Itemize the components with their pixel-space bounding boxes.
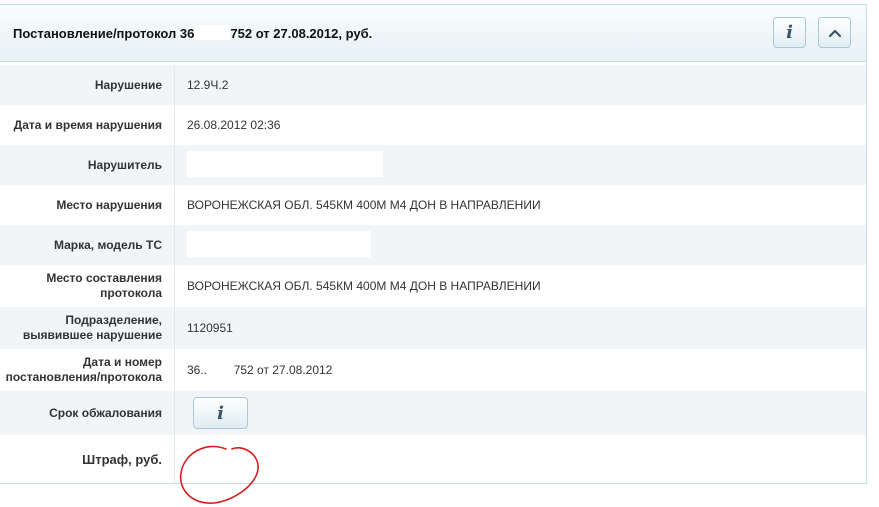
row-label: Штраф, руб.	[82, 451, 162, 467]
row-value: 1120951	[187, 321, 233, 335]
redacted-area	[187, 151, 383, 177]
column-divider	[174, 225, 175, 265]
column-divider	[174, 105, 175, 145]
chevron-up-icon	[828, 29, 841, 37]
column-divider	[174, 307, 175, 349]
column-divider	[174, 185, 175, 225]
redacted-area	[187, 231, 371, 257]
panel-title: Постановление/протокол 36 752 от 27.08.20…	[13, 25, 372, 41]
row-fine: Штраф, руб.	[0, 435, 866, 483]
redacted-area	[194, 25, 231, 40]
column-divider	[174, 349, 175, 391]
row-appeal-deadline: Срок обжалования i	[0, 391, 866, 435]
collapse-button[interactable]	[818, 17, 851, 48]
row-vehicle-model: Марка, модель ТС	[0, 225, 866, 265]
row-label: Место составления протокола	[46, 271, 162, 300]
column-divider	[174, 145, 175, 185]
panel-header: Постановление/протокол 36 752 от 27.08.20…	[0, 5, 866, 62]
appeal-info-button[interactable]: i	[193, 397, 248, 429]
row-violation-place: Место нарушения ВОРОНЕЖСКАЯ ОБЛ. 545КМ 4…	[0, 185, 866, 225]
column-divider	[174, 391, 175, 435]
row-resolution-number: Дата и номер постановления/протокола 36..…	[0, 349, 866, 391]
row-department: Подразделение, выявившее нарушение 112095…	[0, 307, 866, 349]
row-value: ВОРОНЕЖСКАЯ ОБЛ. 545КМ 400М М4 ДОН В НАП…	[187, 198, 541, 212]
info-button[interactable]: i	[773, 17, 806, 48]
row-violation: Нарушение 12.9Ч.2	[0, 65, 866, 105]
row-violation-datetime: Дата и время нарушения 26.08.2012 02:36	[0, 105, 866, 145]
row-value: 36.. 752 от 27.08.2012	[187, 363, 333, 377]
row-violator: Нарушитель	[0, 145, 866, 185]
row-value: 12.9Ч.2	[187, 78, 229, 92]
row-label: Дата и время нарушения	[13, 117, 162, 132]
row-label: Нарушение	[94, 77, 162, 92]
info-icon: i	[786, 22, 793, 43]
column-divider	[174, 65, 175, 105]
info-icon: i	[217, 402, 224, 424]
row-protocol-place: Место составления протокола ВОРОНЕЖСКАЯ О…	[0, 265, 866, 307]
row-label: Подразделение, выявившее нарушение	[22, 313, 162, 342]
resolution-panel: Постановление/протокол 36 752 от 27.08.20…	[0, 4, 867, 484]
panel-title-suffix: 752 от 27.08.2012, руб.	[230, 26, 373, 41]
row-label: Нарушитель	[87, 157, 162, 172]
row-value: ВОРОНЕЖСКАЯ ОБЛ. 545КМ 400М М4 ДОН В НАП…	[187, 279, 541, 293]
column-divider	[174, 435, 175, 483]
column-divider	[174, 265, 175, 307]
row-label: Место нарушения	[56, 197, 162, 212]
row-label: Марка, модель ТС	[53, 237, 162, 252]
row-label: Дата и номер постановления/протокола	[5, 355, 162, 384]
row-value: 26.08.2012 02:36	[187, 118, 281, 132]
row-label: Срок обжалования	[49, 405, 162, 420]
panel-title-prefix: Постановление/протокол 36	[13, 26, 195, 41]
red-circle-annotation	[179, 445, 259, 504]
